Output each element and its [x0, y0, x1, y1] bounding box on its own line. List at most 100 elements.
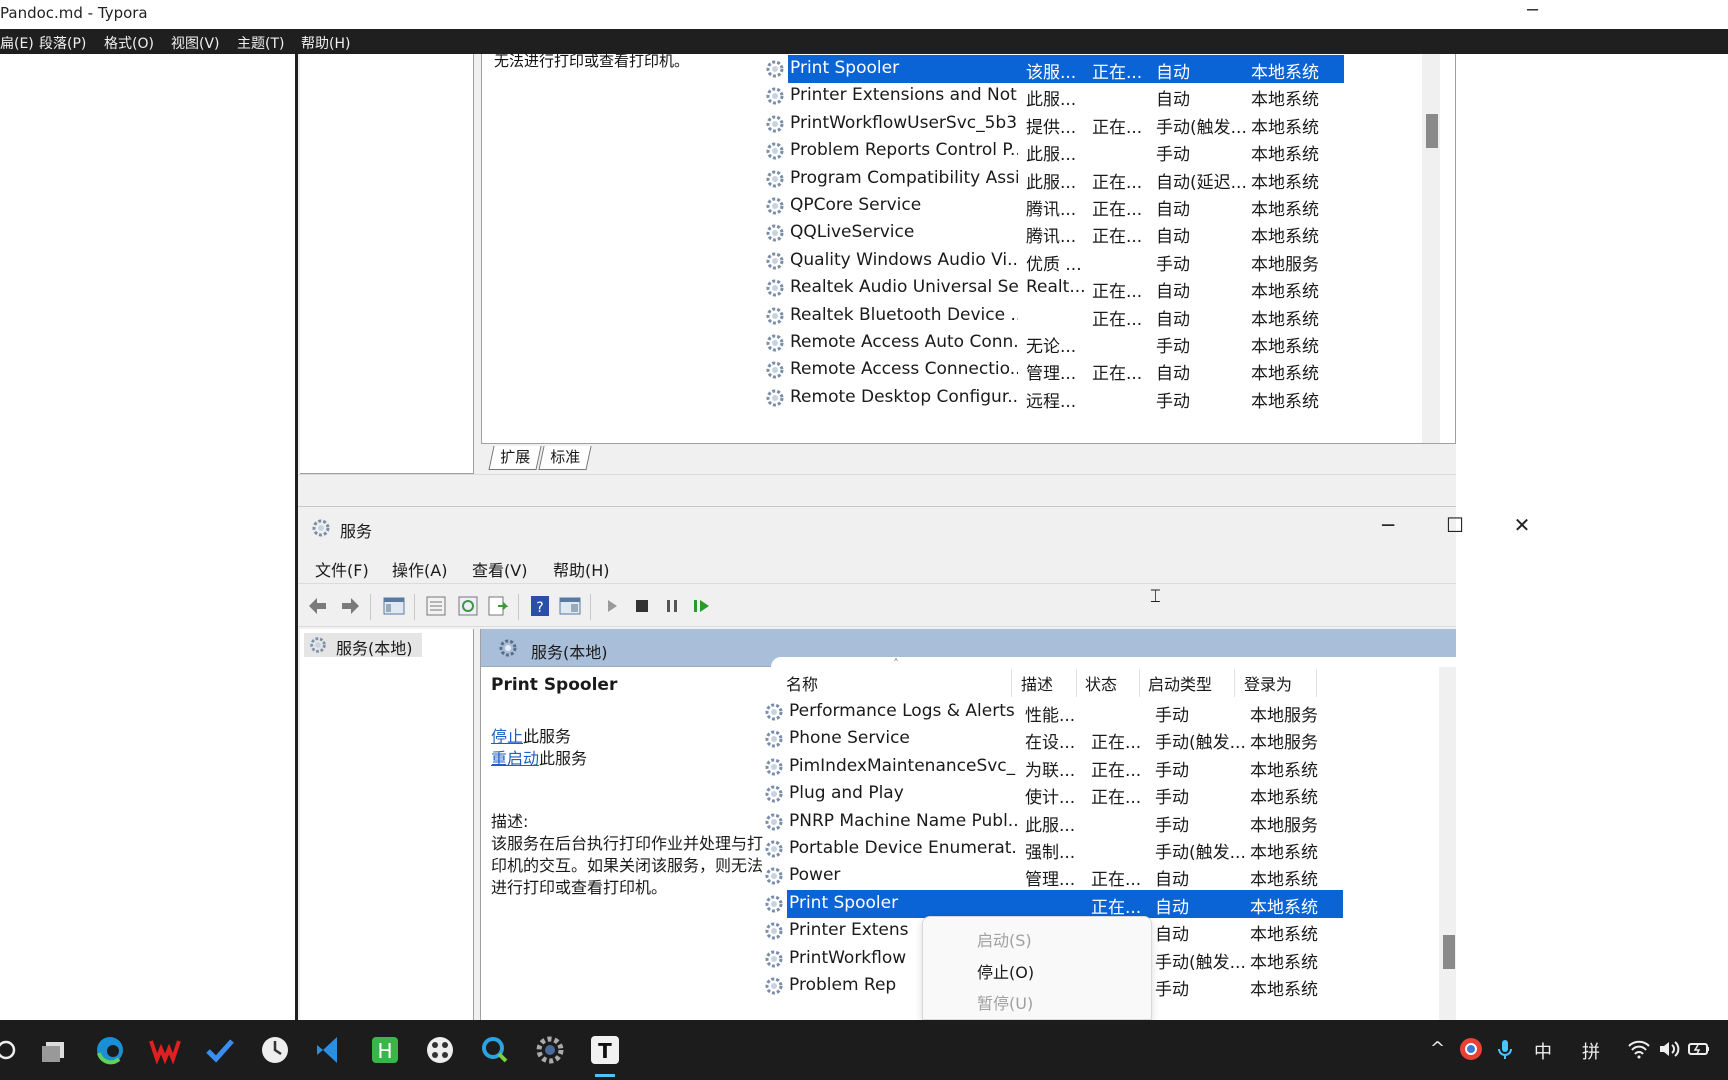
column-separator — [1139, 669, 1140, 697]
tab-extended[interactable]: 扩展 — [488, 446, 542, 470]
wps-icon[interactable] — [148, 1033, 182, 1067]
context-menu-start[interactable]: 启动(S) — [977, 927, 1032, 951]
tree-node-services-local[interactable]: 服务(本地) — [304, 633, 422, 658]
column-header-description[interactable]: 描述 — [1021, 671, 1053, 695]
stop-service-link[interactable]: 停止 — [491, 727, 523, 746]
menu-view[interactable]: 查看(V) — [472, 557, 527, 581]
scrollbar-thumb[interactable] — [1443, 935, 1455, 969]
table-row[interactable]: Print Spooler 正在... 自动 本地系统 — [763, 889, 1353, 919]
table-row[interactable]: Power 管理... 正在... 自动 本地系统 — [763, 861, 1353, 891]
restart-service-icon[interactable] — [690, 594, 714, 618]
stop-service-icon[interactable] — [630, 594, 654, 618]
battery-icon[interactable] — [1686, 1036, 1712, 1062]
cell-startup-type: 自动 — [1156, 90, 1190, 111]
menu-action[interactable]: 操作(A) — [392, 557, 447, 581]
cell-status: 正在... — [1091, 788, 1142, 809]
taskbar: H T ^ 中 拼 — [0, 1020, 1728, 1080]
table-row[interactable]: Problem Reports Control P... 此服... 手动 本地系统 — [764, 136, 1354, 166]
menu-file[interactable]: 文件(F) — [315, 557, 369, 581]
table-row[interactable]: PrintWorkflowUserSvc_5b3... 提供... 正在... 手动(… — [764, 109, 1354, 139]
table-row[interactable]: Quality Windows Audio Vi... 优质 ... 手动 本地服务 — [764, 246, 1354, 276]
table-row[interactable]: Plug and Play 使计... 正在... 手动 本地系统 — [763, 779, 1353, 809]
chrome-tray-icon[interactable] — [1458, 1036, 1484, 1062]
tree-node-label: 服务(本地) — [336, 639, 413, 658]
microphone-icon[interactable] — [1492, 1036, 1518, 1062]
close-button[interactable]: ✕ — [1502, 513, 1542, 541]
cell-description: 此服... — [1026, 145, 1077, 166]
forward-arrow-icon[interactable] — [338, 594, 362, 618]
cell-name: Realtek Bluetooth Device ... — [790, 304, 1018, 325]
table-row[interactable]: Printer Extensions and Noti... 此服... 自动 本地系… — [764, 81, 1354, 111]
typora-menu-help[interactable]: 帮助(H) — [301, 33, 350, 53]
table-row[interactable]: Print Spooler 该服... 正在... 自动 本地系统 — [764, 54, 1354, 84]
table-row[interactable]: QQLiveService 腾讯... 正在... 自动 本地系统 — [764, 218, 1354, 248]
typora-menu-theme[interactable]: 主题(T) — [237, 33, 284, 53]
edge-icon[interactable] — [93, 1033, 127, 1067]
help-icon[interactable]: ? — [528, 594, 552, 618]
table-row[interactable]: Portable Device Enumerat... 强制... 手动(触发...… — [763, 834, 1353, 864]
cell-name: Print Spooler — [790, 58, 900, 78]
show-hide-pane-icon[interactable] — [558, 594, 582, 618]
app-icon[interactable] — [423, 1033, 457, 1067]
h-app-icon[interactable]: H — [368, 1033, 402, 1067]
service-gear-icon — [765, 703, 783, 721]
cell-startup-type: 自动 — [1156, 282, 1190, 303]
scrollbar-thumb[interactable] — [1426, 114, 1438, 148]
table-row[interactable]: Remote Desktop Configur... 远程... 手动 本地系统 — [764, 383, 1354, 413]
properties-icon[interactable] — [424, 594, 448, 618]
column-header-name[interactable]: 名称 — [786, 671, 818, 695]
table-row[interactable]: PimIndexMaintenanceSvc_... 为联... 正在... 手动 本地… — [763, 752, 1353, 782]
back-arrow-icon[interactable] — [306, 594, 330, 618]
settings-icon[interactable] — [533, 1033, 567, 1067]
minimize-button[interactable]: ─ — [1368, 513, 1408, 541]
column-header-status[interactable]: 状态 — [1085, 671, 1117, 695]
search-app-icon[interactable] — [478, 1033, 512, 1067]
stop-service-suffix: 此服务 — [523, 727, 572, 746]
table-row[interactable]: Program Compatibility Assi... 此服... 正在... 自… — [764, 164, 1354, 194]
context-menu-stop[interactable]: 停止(O) — [977, 959, 1034, 983]
vertical-scrollbar[interactable] — [1422, 54, 1440, 443]
table-row[interactable]: Remote Access Connectio... 管理... 正在... 自动 本地… — [764, 355, 1354, 385]
show-tree-icon[interactable] — [382, 594, 406, 618]
todo-icon[interactable] — [203, 1033, 237, 1067]
typora-menu-format[interactable]: 格式(O) — [104, 33, 154, 53]
wifi-icon[interactable] — [1626, 1036, 1652, 1062]
column-header-startup-type[interactable]: 启动类型 — [1148, 671, 1212, 695]
context-menu-pause[interactable]: 暂停(U) — [977, 990, 1033, 1014]
table-row[interactable]: Phone Service 在设... 正在... 手动(触发... 本地服务 — [763, 724, 1353, 754]
ime-mode-indicator[interactable]: 中 — [1534, 1038, 1552, 1064]
start-service-icon[interactable] — [600, 594, 624, 618]
cell-name: Printer Extensions and Noti... — [790, 85, 1018, 106]
service-gear-icon — [766, 115, 784, 133]
tab-standard[interactable]: 标准 — [538, 446, 592, 470]
table-row[interactable]: Realtek Bluetooth Device ... 正在... 自动 本地系统 — [764, 301, 1354, 331]
vscode-icon[interactable] — [313, 1033, 347, 1067]
typora-menu-paragraph[interactable]: 段落(P) — [39, 33, 86, 53]
table-row[interactable]: Remote Access Auto Conn... 无论... 手动 本地系统 — [764, 328, 1354, 358]
restart-service-link[interactable]: 重启动 — [491, 749, 539, 768]
maximize-button[interactable]: ☐ — [1435, 513, 1475, 541]
cell-description: 此服... — [1026, 90, 1077, 111]
tray-chevron-icon[interactable]: ^ — [1430, 1038, 1445, 1059]
volume-icon[interactable] — [1656, 1036, 1682, 1062]
vertical-scrollbar[interactable] — [1439, 667, 1456, 1021]
clock-icon[interactable] — [258, 1033, 292, 1067]
typora-icon[interactable]: T — [588, 1033, 622, 1067]
table-row[interactable]: Realtek Audio Universal Se... Realt... 正在.… — [764, 273, 1354, 303]
cell-logon-as: 本地系统 — [1251, 90, 1319, 111]
typora-menu-view[interactable]: 视图(V) — [171, 33, 220, 53]
table-row[interactable]: PNRP Machine Name Publ... 此服... 手动 本地服务 — [763, 807, 1353, 837]
task-view-icon[interactable] — [38, 1033, 72, 1067]
restart-service-suffix: 此服务 — [539, 749, 588, 768]
typora-menu-edit[interactable]: 扁(E) — [0, 33, 34, 53]
table-row[interactable]: Performance Logs & Alerts 性能... 手动 本地服务 — [763, 697, 1353, 727]
ime-pinyin-indicator[interactable]: 拼 — [1582, 1038, 1600, 1064]
search-icon[interactable] — [0, 1033, 26, 1067]
export-list-icon[interactable] — [486, 594, 510, 618]
table-row[interactable]: QPCore Service 腾讯... 正在... 自动 本地系统 — [764, 191, 1354, 221]
pause-service-icon[interactable] — [660, 594, 684, 618]
column-header-logon-as[interactable]: 登录为 — [1244, 671, 1292, 695]
typora-minimize-button[interactable]: ─ — [1527, 0, 1538, 21]
menu-help[interactable]: 帮助(H) — [553, 557, 610, 581]
refresh-icon[interactable] — [456, 594, 480, 618]
